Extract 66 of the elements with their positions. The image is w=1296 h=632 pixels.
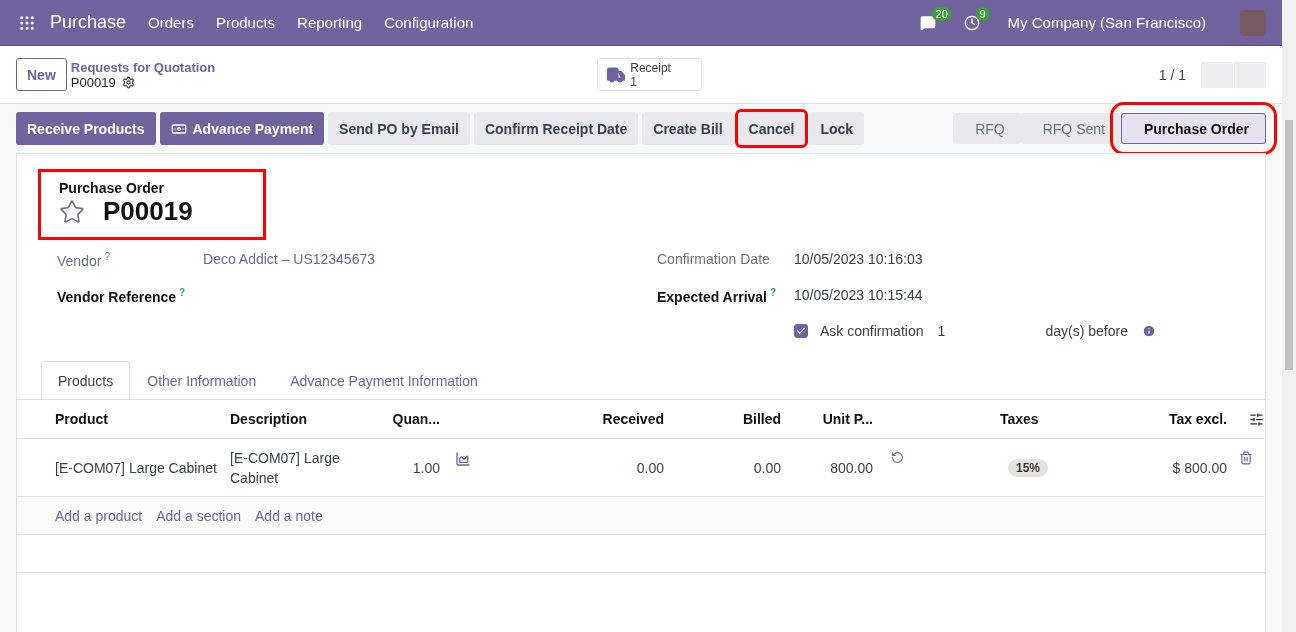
column-header: Tax excl. bbox=[1168, 411, 1227, 427]
activities-icon[interactable] bbox=[963, 14, 980, 31]
apps-menu-icon[interactable] bbox=[18, 13, 36, 32]
field-value: 10/05/2023 10:15:44 bbox=[794, 287, 923, 303]
table-cell-text: [E-COM07] Large Cabinet bbox=[230, 448, 341, 488]
new-button[interactable]: New bbox=[16, 58, 67, 91]
status-stage[interactable]: RFQ Sent bbox=[1020, 113, 1121, 144]
checkbox[interactable] bbox=[794, 324, 808, 338]
info-icon bbox=[1141, 324, 1156, 338]
column-settings-icon[interactable] bbox=[1249, 411, 1264, 427]
menu-item[interactable]: Configuration bbox=[384, 14, 474, 31]
delete-icon[interactable] bbox=[1238, 451, 1253, 465]
notification-badge: 20 bbox=[931, 6, 952, 21]
status-stage[interactable]: RFQ bbox=[953, 113, 1021, 144]
add-line-link[interactable]: Add a product bbox=[55, 507, 143, 524]
add-line-link[interactable]: Add a note bbox=[255, 507, 323, 524]
messages-icon[interactable] bbox=[919, 14, 936, 31]
column-header: Unit P... bbox=[822, 411, 873, 427]
action-button[interactable]: Create Bill bbox=[642, 112, 734, 145]
record-name: P00019 bbox=[70, 74, 116, 90]
column-header: Received bbox=[602, 411, 664, 427]
menu-item[interactable]: Orders bbox=[148, 14, 194, 31]
table-cell: 0.00 bbox=[753, 459, 781, 476]
table-cell: 1.00 bbox=[412, 459, 440, 476]
checkbox-label: Ask confirmation bbox=[820, 323, 924, 339]
column-header: Product bbox=[55, 411, 108, 427]
field-label: Vendor $^{?}$ bbox=[57, 252, 110, 269]
add-line-link[interactable]: Add a section bbox=[156, 507, 241, 524]
tax-tag: 15% bbox=[1008, 458, 1049, 477]
table-cell: $ 800.00 bbox=[1172, 459, 1227, 476]
action-button[interactable]: Confirm Receipt Date bbox=[473, 112, 639, 145]
form-tab[interactable]: Products bbox=[41, 361, 131, 400]
action-button[interactable]: Lock bbox=[809, 112, 865, 145]
receipt-smart-button[interactable]: Receipt 1 bbox=[597, 58, 703, 91]
action-button[interactable]: Cancel bbox=[737, 112, 806, 145]
vendor-link[interactable]: Deco Addict – US12345673 bbox=[203, 251, 375, 267]
pager-value: 1 / 1 bbox=[1158, 66, 1186, 83]
menu-item[interactable]: Reporting bbox=[297, 14, 363, 31]
action-button[interactable]: Send PO by Email bbox=[328, 112, 470, 145]
column-header: Description bbox=[230, 411, 307, 427]
forecast-icon[interactable] bbox=[455, 451, 471, 467]
company-switcher[interactable]: My Company (San Francisco) bbox=[1007, 14, 1206, 31]
history-icon[interactable] bbox=[891, 451, 904, 464]
title-label: Purchase Order bbox=[59, 180, 166, 196]
check-icon bbox=[796, 326, 806, 336]
star-icon[interactable] bbox=[59, 198, 85, 225]
days-suffix: day(s) before bbox=[1045, 323, 1128, 339]
field-label: Confirmation Date bbox=[657, 251, 770, 267]
table-cell: 0.00 bbox=[636, 459, 664, 476]
table-cell: [E-COM07] Large Cabinet bbox=[55, 459, 217, 476]
column-header: Quan... bbox=[392, 411, 440, 427]
action-button[interactable]: Receive Products bbox=[16, 112, 156, 145]
field-label: Vendor Reference $^{?}$ bbox=[57, 288, 186, 305]
app-name[interactable]: Purchase bbox=[50, 12, 127, 33]
field-label: Expected Arrival $^{?}$ bbox=[657, 288, 777, 305]
breadcrumb-link[interactable]: Requests for Quotation bbox=[70, 59, 216, 75]
days-value: 1 bbox=[937, 323, 947, 339]
column-header: Taxes bbox=[1000, 411, 1039, 427]
table-cell: 800.00 bbox=[830, 459, 873, 476]
settings-icon[interactable] bbox=[121, 75, 135, 89]
action-button[interactable]: Advance Payment bbox=[159, 112, 325, 145]
menu-item[interactable]: Products bbox=[215, 14, 276, 31]
column-header: Billed bbox=[742, 411, 781, 427]
notification-badge: 9 bbox=[975, 6, 990, 21]
record-title: P00019 bbox=[103, 196, 193, 227]
field-value: 10/05/2023 10:16:03 bbox=[794, 251, 923, 267]
